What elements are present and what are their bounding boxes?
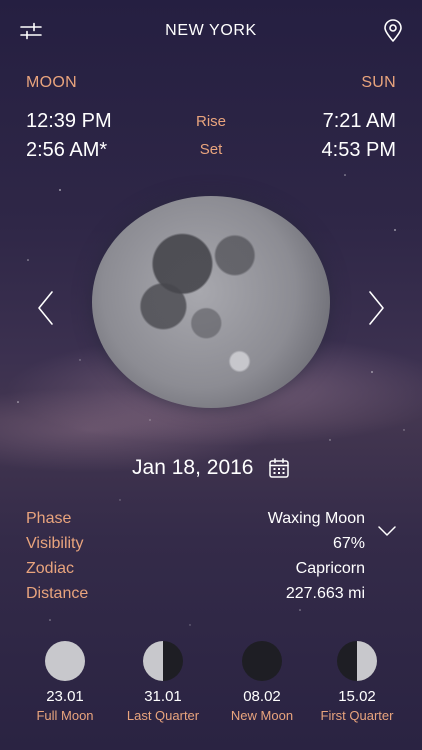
phase-date: 15.02: [338, 688, 376, 705]
upcoming-phase-new-moon[interactable]: 08.02 New Moon: [212, 640, 312, 723]
upcoming-phase-first-quarter[interactable]: 15.02 First Quarter: [307, 640, 407, 723]
rise-set-panel: MOON SUN 12:39 PM 2:56 AM* Rise Set 7:21…: [0, 70, 422, 170]
visibility-value: 67%: [332, 535, 365, 552]
new-moon-icon: [242, 641, 282, 681]
date-selector: Jan 18, 2016: [0, 456, 422, 486]
sun-rise-time: 7:21 AM: [322, 110, 396, 132]
sun-set-time: 4:53 PM: [321, 139, 396, 161]
detail-row-phase: Phase Waxing Moon: [0, 510, 422, 534]
first-quarter-icon: [337, 641, 377, 681]
zodiac-value: Capricorn: [295, 560, 365, 577]
moon-heading: MOON: [26, 74, 77, 91]
visibility-label: Visibility: [26, 535, 84, 552]
calendar-icon[interactable]: [268, 457, 290, 479]
phase-name: New Moon: [230, 708, 294, 723]
top-bar: NEW YORK: [0, 0, 422, 62]
phase-date: 08.02: [243, 688, 281, 705]
detail-row-distance: Distance 227.663 mi: [0, 585, 422, 609]
detail-row-visibility: Visibility 67%: [0, 535, 422, 559]
phase-date: 31.01: [144, 688, 182, 705]
phase-name: First Quarter: [320, 708, 394, 723]
chevron-down-icon[interactable]: [377, 524, 397, 538]
chevron-right-icon[interactable]: [364, 288, 388, 328]
chevron-left-icon[interactable]: [34, 288, 58, 328]
phase-name: Full Moon: [36, 708, 94, 723]
full-moon-icon: [45, 641, 85, 681]
detail-row-zodiac: Zodiac Capricorn: [0, 560, 422, 584]
zodiac-label: Zodiac: [26, 560, 75, 577]
upcoming-phase-last-quarter[interactable]: 31.01 Last Quarter: [113, 640, 213, 723]
distance-value: 227.663 mi: [285, 585, 365, 602]
phase-value: Waxing Moon: [267, 510, 365, 527]
moon-image: [92, 196, 330, 408]
distance-label: Distance: [26, 585, 89, 602]
phase-label: Phase: [26, 510, 72, 527]
last-quarter-icon: [143, 641, 183, 681]
phase-date: 23.01: [46, 688, 84, 705]
moon-viewer: [0, 190, 422, 430]
map-pin-icon[interactable]: [383, 19, 403, 43]
selected-date: Jan 18, 2016: [132, 456, 254, 479]
city-title: NEW YORK: [165, 22, 257, 39]
upcoming-phase-full-moon[interactable]: 23.01 Full Moon: [15, 640, 115, 723]
phase-name: Last Quarter: [126, 708, 200, 723]
upcoming-phases: 23.01 Full Moon 31.01 Last Quarter 08.02…: [0, 640, 422, 730]
moon-details: Phase Waxing Moon Visibility 67% Zodiac …: [0, 510, 422, 610]
sun-heading: SUN: [361, 74, 396, 91]
